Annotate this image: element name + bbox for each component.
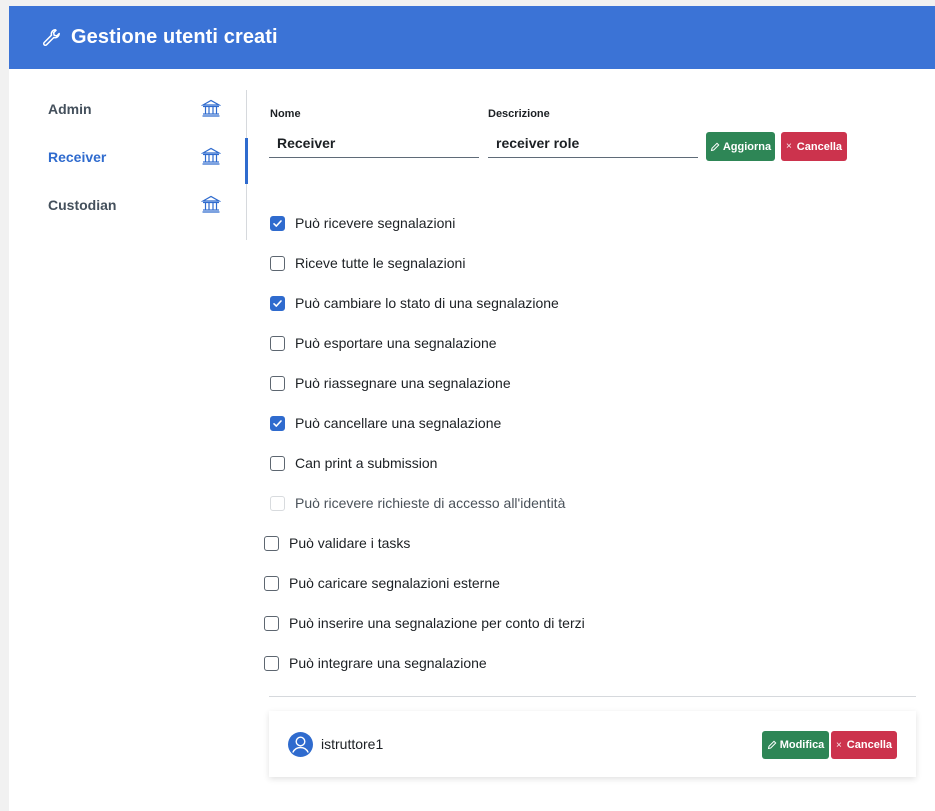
pencil-icon xyxy=(767,740,777,750)
permission-label: Può validare i tasks xyxy=(289,535,411,551)
edit-user-button[interactable]: Modifica xyxy=(762,731,829,759)
permission-label: Può cambiare lo stato di una segnalazion… xyxy=(295,295,559,311)
user-avatar-icon xyxy=(288,732,313,757)
permission-row[interactable]: Può validare i tasks xyxy=(264,533,410,553)
sidebar-item-label: Admin xyxy=(48,101,92,117)
permission-row[interactable]: Può integrare una segnalazione xyxy=(264,653,487,673)
page-header: Gestione utenti creati xyxy=(9,6,935,69)
checkmark-icon xyxy=(273,299,282,307)
page-title: Gestione utenti creati xyxy=(71,26,278,48)
active-indicator xyxy=(245,138,248,184)
name-input[interactable] xyxy=(269,128,479,158)
bank-icon xyxy=(200,98,222,123)
permission-label: Riceve tutte le segnalazioni xyxy=(295,255,466,271)
sidebar-item-admin[interactable]: Admin xyxy=(9,90,247,130)
permission-label: Può ricevere segnalazioni xyxy=(295,215,456,231)
permission-row[interactable]: Può esportare una segnalazione xyxy=(270,333,497,353)
permission-label: Può esportare una segnalazione xyxy=(295,335,497,351)
permission-row[interactable]: Riceve tutte le segnalazioni xyxy=(270,253,465,273)
checkbox-checked[interactable] xyxy=(270,295,285,311)
checkbox[interactable] xyxy=(270,255,285,271)
update-button-label: Aggiorna xyxy=(722,140,772,153)
permission-row[interactable]: Può riassegnare una segnalazione xyxy=(270,373,511,393)
wrench-icon xyxy=(42,28,62,48)
update-button[interactable]: Aggiorna xyxy=(706,132,775,161)
sidebar-item-custodian[interactable]: Custodian xyxy=(9,186,247,226)
checkbox[interactable] xyxy=(264,575,279,591)
pencil-icon xyxy=(710,142,720,152)
sidebar-item-label: Receiver xyxy=(48,149,107,165)
permission-row[interactable]: Può cambiare lo stato di una segnalazion… xyxy=(270,293,559,313)
close-icon: × xyxy=(785,141,792,152)
permission-row[interactable]: Può cancellare una segnalazione xyxy=(270,413,501,433)
permission-label: Può inserire una segnalazione per conto … xyxy=(289,615,585,631)
edit-user-button-label: Modifica xyxy=(779,739,825,751)
permission-row[interactable]: Può ricevere segnalazioni xyxy=(270,213,455,233)
checkmark-icon xyxy=(273,419,282,427)
permission-label: Può riassegnare una segnalazione xyxy=(295,375,511,391)
delete-user-button[interactable]: × Cancella xyxy=(831,731,897,759)
role-sidebar: Admin Receiver Custodian xyxy=(9,90,248,240)
permission-row[interactable]: Può caricare segnalazioni esterne xyxy=(264,573,500,593)
section-divider xyxy=(269,696,916,697)
permission-row: Può ricevere richieste di accesso all'id… xyxy=(270,493,565,513)
permission-label: Può ricevere richieste di accesso all'id… xyxy=(295,495,566,511)
checkbox[interactable] xyxy=(270,335,285,351)
checkbox-checked[interactable] xyxy=(270,415,285,431)
permission-row[interactable]: Può inserire una segnalazione per conto … xyxy=(264,613,585,633)
checkbox xyxy=(270,495,285,511)
name-label: Nome xyxy=(270,108,301,120)
main-panel: Gestione utenti creati Admin Receiver Cu… xyxy=(9,6,935,811)
sidebar-item-receiver[interactable]: Receiver xyxy=(9,138,248,184)
delete-role-button[interactable]: × Cancella xyxy=(781,132,847,161)
checkbox[interactable] xyxy=(264,615,279,631)
permission-label: Può cancellare una segnalazione xyxy=(295,415,502,431)
checkbox[interactable] xyxy=(264,535,279,551)
bank-icon xyxy=(200,146,222,171)
checkbox-checked[interactable] xyxy=(270,215,285,231)
sidebar-item-label: Custodian xyxy=(48,197,117,213)
permission-label: Può caricare segnalazioni esterne xyxy=(289,575,500,591)
permission-label: Può integrare una segnalazione xyxy=(289,655,487,671)
checkbox[interactable] xyxy=(270,375,285,391)
delete-role-button-label: Cancella xyxy=(796,140,843,153)
description-label: Descrizione xyxy=(488,108,550,120)
delete-user-button-label: Cancella xyxy=(846,739,893,751)
bank-icon xyxy=(200,194,222,219)
checkbox[interactable] xyxy=(270,455,285,471)
permission-row[interactable]: Can print a submission xyxy=(270,453,437,473)
description-input[interactable] xyxy=(488,128,698,158)
checkbox[interactable] xyxy=(264,655,279,671)
permission-label: Can print a submission xyxy=(295,455,438,471)
close-icon: × xyxy=(835,739,842,751)
user-card: istruttore1 Modifica × Cancella xyxy=(269,711,916,777)
user-name: istruttore1 xyxy=(321,736,384,752)
checkmark-icon xyxy=(273,219,282,227)
